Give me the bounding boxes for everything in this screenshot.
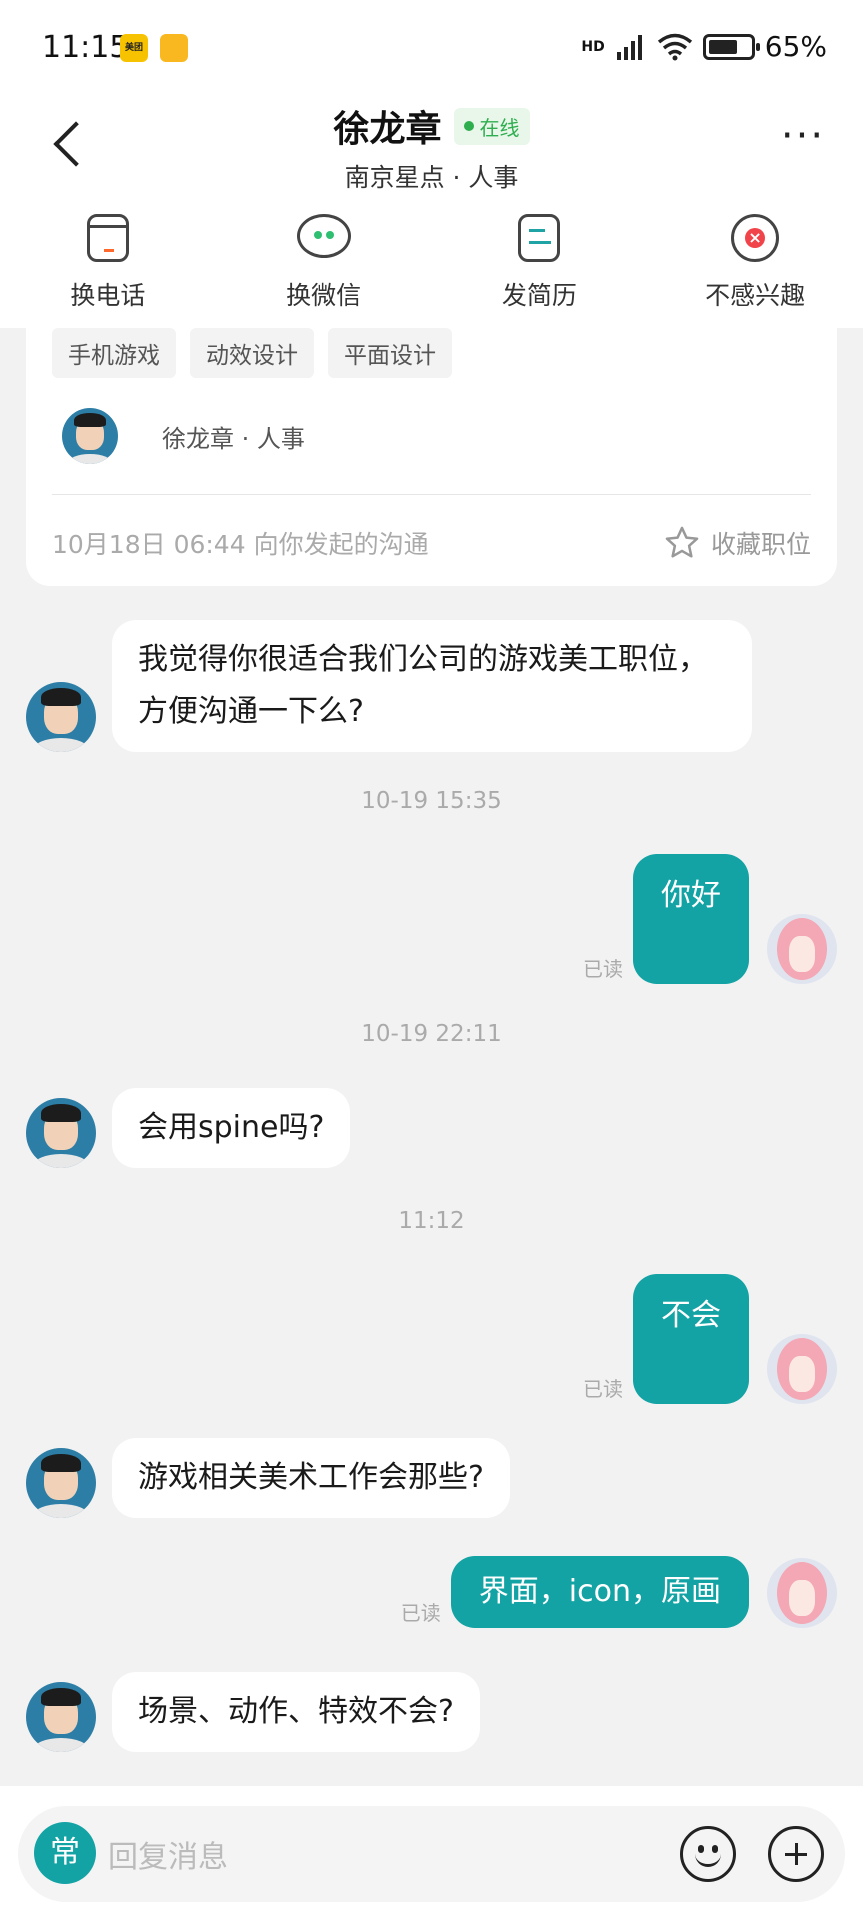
message-bubble[interactable]: 界面，icon，原画 <box>450 1556 749 1628</box>
not-interested-button[interactable]: × 不感兴趣 <box>647 200 863 328</box>
action-bar: 换电话 换微信 发简历 × 不感兴趣 <box>0 200 863 328</box>
message-bubble[interactable]: 会用spine吗? <box>112 1088 351 1168</box>
plus-icon[interactable] <box>768 1826 824 1882</box>
phone-icon <box>83 214 133 264</box>
job-tag: 平面设计 <box>328 328 452 378</box>
recruiter-avatar[interactable] <box>26 1448 96 1518</box>
job-card[interactable]: 手机游戏 动效设计 平面设计 徐龙章 · 人事 10月18日 06:44 向你发… <box>26 328 837 586</box>
recruiter-avatar <box>62 408 118 464</box>
job-tags: 手机游戏 动效设计 平面设计 <box>52 328 452 378</box>
favorite-job-button[interactable]: 收藏职位 <box>663 524 811 562</box>
online-label: 在线 <box>479 115 520 140</box>
meituan-app-icon: 美团 <box>120 34 148 62</box>
contact-company-role: 南京星点 · 人事 <box>344 163 519 192</box>
recruiter-name-role: 徐龙章 · 人事 <box>162 424 305 453</box>
chat-header: 徐龙章 在线 南京星点 · 人事 ··· <box>0 96 863 200</box>
battery-icon <box>702 33 760 60</box>
resume-icon <box>514 214 564 264</box>
online-dot-icon <box>463 121 474 131</box>
more-options-button[interactable]: ··· <box>779 116 827 162</box>
message-incoming: 我觉得你很适合我们公司的游戏美工职位，方便沟通一下么? <box>26 620 752 752</box>
job-card-footer: 10月18日 06:44 向你发起的沟通 收藏职位 <box>52 524 811 562</box>
wifi-icon <box>657 33 692 60</box>
my-avatar[interactable] <box>767 1558 837 1628</box>
read-receipt: 已读 <box>400 1601 441 1625</box>
signal-icon <box>616 34 642 60</box>
recruiter-avatar[interactable] <box>26 1682 96 1752</box>
read-receipt: 已读 <box>583 1377 623 1401</box>
contact-name: 徐龙章 <box>333 109 442 150</box>
reply-input[interactable]: 回复消息 <box>108 1832 228 1876</box>
read-receipt: 已读 <box>583 957 623 981</box>
not-interested-label: 不感兴趣 <box>705 281 806 310</box>
exchange-wechat-button[interactable]: 换微信 <box>216 200 432 328</box>
message-bubble[interactable]: 游戏相关美术工作会那些? <box>112 1438 510 1518</box>
message-incoming: 场景、动作、特效不会? <box>26 1672 480 1752</box>
reply-input-container: 常 回复消息 <box>18 1806 845 1902</box>
message-outgoing: 已读 不会 <box>583 1274 837 1404</box>
recruiter-avatar[interactable] <box>26 1098 96 1168</box>
battery-percent: 65% <box>764 30 827 63</box>
status-bar: 11:15 美团 HD 65% <box>0 0 863 96</box>
message-bubble[interactable]: 我觉得你很适合我们公司的游戏美工职位，方便沟通一下么? <box>112 620 752 752</box>
hd-signal-label: HD <box>581 38 605 55</box>
message-bubble[interactable]: 不会 <box>633 1274 749 1404</box>
conversation-start-note: 10月18日 06:44 向你发起的沟通 <box>52 530 429 559</box>
send-resume-button[interactable]: 发简历 <box>432 200 648 328</box>
my-avatar[interactable] <box>767 914 837 984</box>
favorite-job-label: 收藏职位 <box>710 530 811 559</box>
input-bar: 常 回复消息 <box>0 1786 863 1920</box>
wechat-icon <box>296 214 351 264</box>
star-icon <box>665 526 699 558</box>
message-bubble[interactable]: 你好 <box>633 854 749 984</box>
status-right: HD 65% <box>581 30 827 63</box>
title-row: 徐龙章 在线 <box>333 100 530 152</box>
header-title-block: 徐龙章 在线 南京星点 · 人事 <box>0 96 863 194</box>
message-timestamp: 11:12 <box>398 1208 465 1234</box>
not-interested-icon: × <box>730 214 780 264</box>
message-timestamp: 10-19 22:11 <box>361 1021 502 1047</box>
message-bubble[interactable]: 场景、动作、特效不会? <box>112 1672 480 1752</box>
my-avatar[interactable] <box>767 1334 837 1404</box>
exchange-wechat-label: 换微信 <box>286 281 362 310</box>
message-outgoing: 已读 你好 <box>583 854 837 984</box>
online-status-badge: 在线 <box>453 107 530 145</box>
send-resume-label: 发简历 <box>501 281 577 310</box>
exchange-phone-button[interactable]: 换电话 <box>0 200 216 328</box>
exchange-phone-label: 换电话 <box>70 281 146 310</box>
message-outgoing: 已读 界面，icon，原画 <box>401 1556 837 1628</box>
emoji-icon[interactable] <box>680 1826 736 1882</box>
notes-app-icon <box>160 34 188 62</box>
status-time: 11:15 <box>42 30 129 65</box>
recruiter-avatar[interactable] <box>26 682 96 752</box>
message-timestamp: 10-19 15:35 <box>361 788 502 814</box>
job-tag: 手机游戏 <box>52 328 176 378</box>
job-tag: 动效设计 <box>190 328 314 378</box>
recruiter-row: 徐龙章 · 人事 <box>62 408 305 464</box>
divider <box>52 494 811 495</box>
message-incoming: 会用spine吗? <box>26 1088 351 1168</box>
common-phrases-button[interactable]: 常 <box>34 1822 96 1884</box>
message-incoming: 游戏相关美术工作会那些? <box>26 1438 510 1518</box>
